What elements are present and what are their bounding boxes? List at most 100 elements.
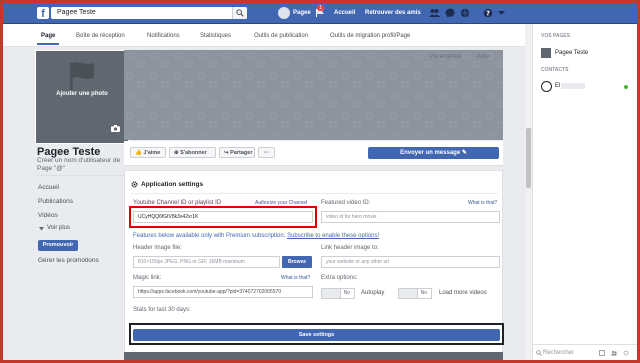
add-photo-label: Ajouter une photo [56,91,108,97]
send-message-label: Envoyer un message [400,150,461,156]
send-message-button[interactable]: Envoyer un message ✎ [368,147,499,159]
new-message-icon[interactable] [599,350,605,356]
chat-search-placeholder: Rechercher [543,350,575,356]
profile-avatar[interactable] [278,7,290,19]
page-scrollbar[interactable] [525,24,532,360]
load-more-toggle-state: No [420,290,427,296]
profile-link[interactable]: Pagee [293,9,311,17]
more-options-button[interactable]: ··· [258,147,275,158]
active-tab-indicator [37,43,59,45]
load-more-toggle[interactable]: No [398,288,432,299]
page-tabs-bar: Page Boîte de réception Notifications St… [3,24,525,47]
manage-promotions-link[interactable]: Gérer les promotions [38,257,99,264]
header-image-label: Header image file: [133,245,182,251]
stats-label: Stats for last 30 days: [133,307,191,313]
search-button[interactable] [232,7,247,19]
follow-label: S'abonner [180,150,207,156]
settings-divider [131,193,498,194]
featured-video-label: Featured video ID: [321,200,371,206]
your-pages-heading: VOS PAGES [541,33,571,39]
help-icon[interactable]: ? [483,8,493,18]
contact-avatar[interactable] [541,81,552,92]
save-settings-button[interactable]: Save settings [133,329,500,341]
chat-search-input[interactable]: Rechercher [533,344,637,360]
autoplay-toggle[interactable]: No [321,288,355,299]
application-settings-panel: Application settings Youtube Channel ID … [124,170,504,356]
load-more-toggle-knob [399,289,418,298]
chat-settings-icon[interactable] [623,350,629,356]
home-link[interactable]: Accueil [334,9,355,17]
nav-divider [37,175,127,176]
your-page-link[interactable]: Pagee Teste [555,50,588,56]
notification-badge: 1 [317,5,324,11]
magic-link-label: Magic link: [133,275,162,281]
subscribe-link[interactable]: Subscribe to enable these options! [287,233,379,239]
featured-video-help-link[interactable]: What is that? [468,200,497,206]
profile-picture[interactable]: Ajouter une photo [35,50,129,144]
chat-group-icon[interactable] [611,350,617,356]
left-nav-home[interactable]: Accueil [38,184,59,191]
page-thumbnail[interactable] [541,48,551,58]
search-icon [236,9,244,17]
tab-inbox[interactable]: Boîte de réception [76,33,125,39]
see-more-link[interactable]: Voir plus [47,225,70,231]
cover-pattern [124,50,503,140]
autoplay-label: Autoplay [361,290,385,296]
share-button[interactable]: ↪ Partager [219,147,255,158]
left-nav-posts[interactable]: Publications [38,198,73,205]
globe-notifications-icon[interactable] [460,8,470,18]
tab-page[interactable]: Page [41,33,55,39]
friend-requests-icon[interactable] [429,8,440,18]
pencil-icon: ✎ [461,150,467,156]
like-label: J'aime [143,150,161,156]
share-label: Partager [230,150,253,156]
like-button[interactable]: 👍 J'aime [130,147,166,158]
facebook-logo-icon[interactable]: f [37,7,49,19]
channel-id-highlight [129,206,317,228]
featured-video-input[interactable]: video id for hero movie [321,211,500,223]
tab-insights[interactable]: Statistiques [200,33,231,39]
right-sidebar: VOS PAGES Pagee Teste CONTACTS El Recher… [532,24,637,360]
page-action-bar: 👍 J'aime ⊕ S'abonner ↪ Partager ··· Envo… [124,141,503,166]
tab-publishing-tools[interactable]: Outils de publication [254,33,308,39]
see-more-chevron-icon [39,227,44,231]
link-header-input[interactable]: your website or any other url [321,256,500,268]
header-image-input[interactable]: 810×150px JPEG, PNG or GIF, 16MB maximum [133,256,280,268]
contact-name[interactable]: El [555,83,560,89]
search-input-value: Pagee Teste [57,9,96,16]
tab-notifications[interactable]: Notifications [147,33,180,39]
like-icon: 👍 [135,150,142,156]
gear-icon [131,181,138,188]
load-more-label: Load more videos [439,290,487,296]
browse-button[interactable]: Browse [282,256,312,268]
svg-text:?: ? [486,10,490,18]
chevron-down-icon[interactable] [498,11,505,16]
content-bottom-preview [124,352,503,360]
premium-notice-text: Features below available only with Premi… [133,233,286,239]
cover-settings-link[interactable]: Paramètres [430,54,461,60]
scrollbar-thumb[interactable] [526,128,531,188]
left-nav-videos[interactable]: Vidéos [38,212,58,219]
search-input[interactable]: Pagee Teste [51,7,247,19]
share-icon: ↪ [224,150,229,156]
flag-placeholder-icon [70,62,94,90]
autoplay-toggle-knob [322,289,341,298]
facebook-page-window: f Pagee Teste Pagee 1 Accueil Retrouver … [3,3,637,360]
settings-title: Application settings [141,181,204,188]
follow-icon: ⊕ [174,150,179,156]
promote-button[interactable]: Promouvoir [38,240,78,251]
messenger-icon[interactable] [445,8,455,18]
magic-link-help-link[interactable]: What is that? [281,275,310,281]
create-username-link[interactable]: Créer un nom d'utilisateur de Page "@" [37,157,133,173]
contacts-heading: CONTACTS [541,67,569,73]
cover-help-link[interactable]: Aide [477,54,489,60]
contact-name-redacted [561,83,585,89]
magic-link-input[interactable]: https://apps.facebook.com/youtube-app/?p… [133,286,313,298]
tab-migration-tools[interactable]: Outils de migration profil/Page [330,33,410,39]
cover-photo-area[interactable]: Paramètres Aide [124,50,503,140]
chat-search-icon [536,350,542,356]
premium-notice: Features below available only with Premi… [133,233,379,239]
camera-icon[interactable] [111,125,120,132]
follow-button[interactable]: ⊕ S'abonner [169,147,216,158]
find-friends-link[interactable]: Retrouver des amis [365,9,421,17]
